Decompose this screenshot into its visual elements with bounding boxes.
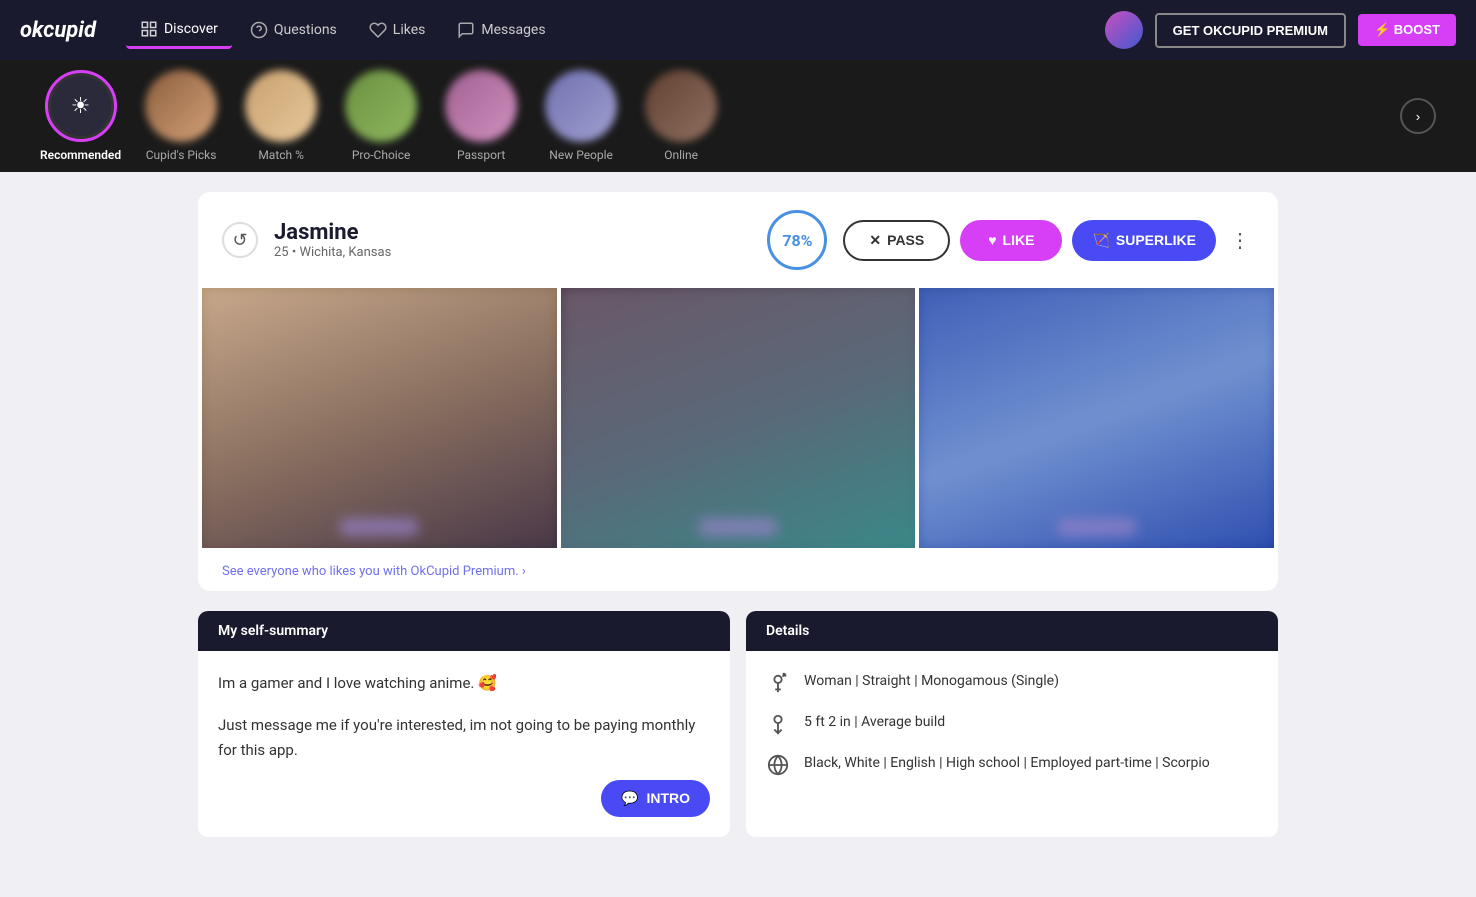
nav-messages-label: Messages bbox=[481, 22, 545, 38]
premium-button[interactable]: GET OKCUPID PREMIUM bbox=[1155, 13, 1346, 48]
nav-likes[interactable]: Likes bbox=[355, 13, 440, 47]
nav-discover-label: Discover bbox=[164, 21, 218, 37]
superlike-icon: 🏹 bbox=[1092, 232, 1109, 249]
match-circle: 78% bbox=[767, 210, 827, 270]
superlike-button[interactable]: 🏹 SUPERLIKE bbox=[1072, 220, 1216, 261]
questions-icon bbox=[250, 21, 268, 39]
cupids-picks-thumb bbox=[145, 70, 217, 142]
category-cupids-picks-label: Cupid's Picks bbox=[146, 148, 217, 162]
category-match[interactable]: Match % bbox=[241, 70, 321, 162]
main-content: ↺ Jasmine 25 • Wichita, Kansas 78% ✕ PAS… bbox=[138, 172, 1338, 857]
category-recommended[interactable]: ☀ Recommended bbox=[40, 70, 121, 162]
profile-info: Jasmine 25 • Wichita, Kansas bbox=[274, 220, 751, 260]
category-match-label: Match % bbox=[258, 148, 304, 162]
category-new-people[interactable]: New People bbox=[541, 70, 621, 162]
self-summary-body: Im a gamer and I love watching anime. 🥰 … bbox=[198, 651, 730, 837]
category-online[interactable]: Online bbox=[641, 70, 721, 162]
recommended-icon: ☀ bbox=[71, 94, 91, 119]
category-passport-label: Passport bbox=[457, 148, 505, 162]
background-text: Black, White | English | High school | E… bbox=[804, 753, 1210, 774]
pass-button[interactable]: ✕ PASS bbox=[843, 220, 950, 261]
match-thumb bbox=[245, 70, 317, 142]
nav-discover[interactable]: Discover bbox=[126, 12, 232, 49]
self-summary-header: My self-summary bbox=[198, 611, 730, 651]
details-card: Details Woman | Straight | Monogamous (S… bbox=[746, 611, 1278, 837]
detail-height: 5 ft 2 in | Average build bbox=[766, 712, 1258, 737]
more-button[interactable]: ⋮ bbox=[1226, 220, 1254, 261]
main-nav: Discover Questions Likes Messages bbox=[126, 12, 1105, 49]
back-button[interactable]: ↺ bbox=[222, 222, 258, 258]
profile-age-location: 25 • Wichita, Kansas bbox=[274, 245, 751, 260]
nav-likes-label: Likes bbox=[393, 22, 426, 38]
premium-link[interactable]: See everyone who likes you with OkCupid … bbox=[222, 564, 526, 579]
boost-button[interactable]: ⚡ BOOST bbox=[1358, 14, 1456, 46]
summary-text: Im a gamer and I love watching anime. 🥰 … bbox=[218, 671, 710, 764]
nav-questions-label: Questions bbox=[274, 22, 337, 38]
logo: okcupid bbox=[20, 18, 96, 43]
photo-3-blur-overlay bbox=[1057, 518, 1137, 536]
photo-1 bbox=[202, 288, 557, 548]
pass-icon: ✕ bbox=[869, 232, 881, 249]
discover-icon bbox=[140, 20, 158, 38]
profile-header: ↺ Jasmine 25 • Wichita, Kansas 78% ✕ PAS… bbox=[198, 192, 1278, 288]
new-people-thumb bbox=[545, 70, 617, 142]
nav-messages[interactable]: Messages bbox=[443, 13, 559, 47]
globe-icon bbox=[766, 754, 790, 778]
category-recommended-label: Recommended bbox=[40, 148, 121, 162]
category-cupids-picks[interactable]: Cupid's Picks bbox=[141, 70, 221, 162]
self-summary-card: My self-summary Im a gamer and I love wa… bbox=[198, 611, 730, 837]
details-body: Woman | Straight | Monogamous (Single) 5… bbox=[746, 651, 1278, 814]
height-icon bbox=[766, 713, 790, 737]
category-next-button[interactable]: › bbox=[1400, 98, 1436, 134]
gender-icon bbox=[766, 672, 790, 696]
online-thumb bbox=[645, 70, 717, 142]
category-new-people-label: New People bbox=[549, 148, 613, 162]
category-bar: ☀ Recommended Cupid's Picks Match % Pro-… bbox=[0, 60, 1476, 172]
category-passport[interactable]: Passport bbox=[441, 70, 521, 162]
detail-background: Black, White | English | High school | E… bbox=[766, 753, 1258, 778]
photo-1-blur-overlay bbox=[339, 518, 419, 536]
profile-sections: My self-summary Im a gamer and I love wa… bbox=[198, 611, 1278, 837]
like-button[interactable]: ♥ LIKE bbox=[960, 220, 1062, 261]
avatar[interactable] bbox=[1105, 11, 1143, 49]
photos-row bbox=[202, 288, 1274, 548]
detail-gender: Woman | Straight | Monogamous (Single) bbox=[766, 671, 1258, 696]
intro-button[interactable]: 💬 INTRO bbox=[601, 780, 710, 817]
gender-text: Woman | Straight | Monogamous (Single) bbox=[804, 671, 1059, 692]
photo-2 bbox=[561, 288, 916, 548]
photo-2-blur-overlay bbox=[698, 518, 778, 536]
photo-3 bbox=[919, 288, 1274, 548]
category-online-label: Online bbox=[664, 148, 698, 162]
message-icon: 💬 bbox=[621, 790, 638, 807]
passport-thumb bbox=[445, 70, 517, 142]
heart-icon: ♥ bbox=[988, 232, 996, 248]
header-right: GET OKCUPID PREMIUM ⚡ BOOST bbox=[1105, 11, 1456, 49]
height-text: 5 ft 2 in | Average build bbox=[804, 712, 945, 733]
action-buttons: ✕ PASS ♥ LIKE 🏹 SUPERLIKE ⋮ bbox=[843, 220, 1254, 261]
nav-questions[interactable]: Questions bbox=[236, 13, 351, 47]
messages-icon bbox=[457, 21, 475, 39]
header: okcupid Discover Questions Likes Message… bbox=[0, 0, 1476, 60]
profile-name: Jasmine bbox=[274, 220, 751, 245]
details-header: Details bbox=[746, 611, 1278, 651]
premium-prompt: See everyone who likes you with OkCupid … bbox=[198, 548, 1278, 591]
recommended-thumb: ☀ bbox=[45, 70, 117, 142]
profile-card: ↺ Jasmine 25 • Wichita, Kansas 78% ✕ PAS… bbox=[198, 192, 1278, 591]
pro-choice-thumb bbox=[345, 70, 417, 142]
likes-icon bbox=[369, 21, 387, 39]
category-pro-choice-label: Pro-Choice bbox=[352, 148, 411, 162]
category-pro-choice[interactable]: Pro-Choice bbox=[341, 70, 421, 162]
